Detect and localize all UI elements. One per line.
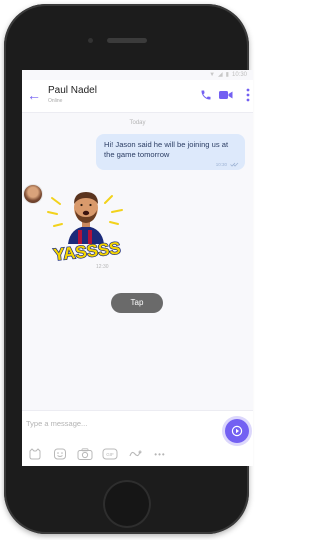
more-icon[interactable]: •••	[151, 447, 169, 461]
phone-speaker	[106, 38, 147, 43]
date-divider: Today	[129, 120, 146, 126]
camera-icon[interactable]	[76, 447, 94, 461]
more-vertical-icon[interactable]	[246, 88, 250, 102]
double-check-icon	[230, 162, 239, 167]
sticker-text: YASSSS	[52, 239, 121, 262]
contact-avatar[interactable]	[24, 185, 42, 203]
message-time: 10:30	[215, 162, 227, 167]
phone-icon[interactable]	[200, 89, 212, 101]
doodle-icon[interactable]	[126, 447, 144, 461]
chat-header: ← Paul Nadel Online	[22, 80, 253, 113]
back-arrow-icon[interactable]: ←	[27, 88, 41, 102]
page: ▼ ◢ ▮ 10:30 ← Paul Nadel Online Today Hi…	[0, 0, 257, 540]
composer-toolbar: GIF •••	[26, 447, 169, 461]
gif-icon[interactable]: GIF	[101, 447, 119, 461]
signal-icon: ◢	[218, 72, 223, 78]
emoji-icon[interactable]	[51, 447, 69, 461]
tap-hint-pill[interactable]: Tap	[111, 293, 163, 313]
send-button[interactable]	[225, 419, 249, 443]
wifi-icon: ▼	[209, 71, 216, 78]
sticker-time: 12:30	[96, 264, 109, 270]
status-time: 10:30	[231, 71, 247, 78]
status-indicators: ▼ ◢ ▮ 10:30	[209, 71, 247, 79]
battery-icon: ▮	[225, 72, 229, 78]
home-button[interactable]	[102, 480, 151, 528]
send-icon	[231, 425, 243, 437]
status-bar: ▼ ◢ ▮ 10:30	[22, 70, 253, 80]
message-input[interactable]	[26, 417, 186, 429]
message-meta: 10:30	[216, 162, 239, 167]
contact-name[interactable]: Paul Nadel	[48, 85, 97, 96]
front-camera	[88, 38, 93, 43]
sticker-icon[interactable]	[26, 447, 44, 461]
composer: GIF •••	[22, 410, 253, 466]
phone-frame: ▼ ◢ ▮ 10:30 ← Paul Nadel Online Today Hi…	[4, 4, 253, 534]
video-camera-icon[interactable]	[219, 90, 233, 100]
svg-text:GIF: GIF	[106, 452, 114, 457]
message-text: Hi! Jason said he will be joining us at …	[104, 140, 229, 159]
chat-screen: ▼ ◢ ▮ 10:30 ← Paul Nadel Online Today Hi…	[22, 70, 253, 466]
contact-status: Online	[48, 98, 63, 104]
yasss-sticker[interactable]: YASSSS	[42, 184, 132, 262]
outgoing-message-bubble[interactable]: Hi! Jason said he will be joining us at …	[96, 134, 245, 170]
